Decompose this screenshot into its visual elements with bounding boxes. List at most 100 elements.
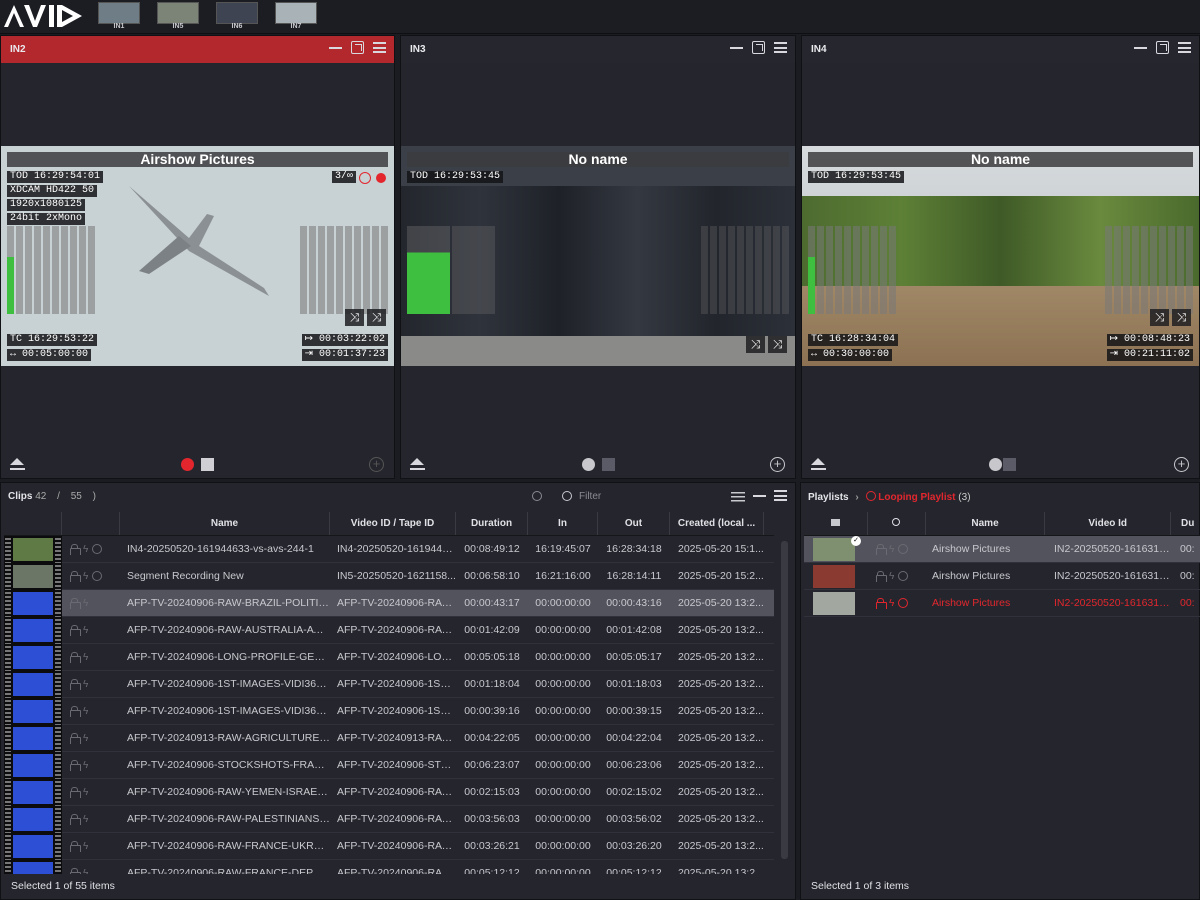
record-button[interactable] <box>582 458 595 471</box>
add-icon[interactable]: + <box>1174 457 1189 472</box>
monitor-panel-in3: IN3 No name TOD 16:29:53:45 ⤨ ⤨ + <box>400 35 796 479</box>
lock-icon[interactable] <box>70 867 81 874</box>
table-row[interactable]: ϟ AFP-TV-20240906-STOCKSHOTS-FRANCE-... … <box>4 751 774 779</box>
clip-out: 00:00:39:15 <box>606 705 662 717</box>
playlists-footer: Selected 1 of 3 items <box>811 880 910 892</box>
shuffle-icon[interactable]: ⤨ <box>768 336 787 353</box>
list-item[interactable]: ϟ Airshow Pictures IN2-20250520-1616318.… <box>804 590 1200 617</box>
clip-name: AFP-TV-20240906-RAW-YEMEN-ISRAEL-VI... <box>127 786 330 798</box>
minimize-icon[interactable] <box>753 489 766 502</box>
table-row[interactable]: ϟ Segment Recording New IN5-20250520-162… <box>4 562 774 590</box>
globe-icon[interactable] <box>532 491 542 501</box>
eject-icon[interactable] <box>10 458 25 471</box>
playlists-title[interactable]: Playlists <box>808 492 849 503</box>
table-row[interactable]: ϟ AFP-TV-20240913-RAW-AGRICULTURE-VID...… <box>4 724 774 752</box>
table-row[interactable]: ϟ AFP-TV-20240906-RAW-BRAZIL-POLITICS-..… <box>4 589 774 617</box>
lock-icon[interactable] <box>70 732 81 744</box>
video-preview[interactable]: No name TOD 16:29:53:45 ⤨ ⤨ TC 16:28:34:04 ↔ … <box>802 146 1199 366</box>
minimize-icon[interactable] <box>730 41 743 54</box>
lock-icon[interactable] <box>876 570 887 582</box>
menu-icon[interactable] <box>373 41 386 54</box>
col-name[interactable]: Name <box>926 512 1046 535</box>
lock-icon[interactable] <box>876 597 887 609</box>
clip-video-id: IN4-20250520-1619446... <box>337 543 456 555</box>
lock-icon[interactable] <box>70 840 81 852</box>
col-created[interactable]: Created (local ... <box>670 512 764 535</box>
lock-icon[interactable] <box>70 597 81 609</box>
lock-icon[interactable] <box>70 813 81 825</box>
record-button[interactable] <box>181 458 194 471</box>
stop-button[interactable] <box>1003 458 1016 471</box>
col-duration[interactable]: Du <box>1171 512 1200 535</box>
popout-icon[interactable] <box>752 41 765 54</box>
lock-icon[interactable] <box>70 786 81 798</box>
panel-header[interactable]: IN3 <box>401 36 795 63</box>
menu-icon[interactable] <box>774 489 787 502</box>
stop-button[interactable] <box>201 458 214 471</box>
minimize-icon[interactable] <box>1134 41 1147 54</box>
table-row[interactable]: ϟ AFP-TV-20240906-RAW-YEMEN-ISRAEL-VI...… <box>4 778 774 806</box>
current-playlist[interactable]: Looping Playlist <box>878 492 955 503</box>
list-item[interactable]: ϟ Airshow Pictures IN2-20250520-1616318.… <box>804 563 1200 590</box>
table-row[interactable]: ϟ IN4-20250520-161944633-vs-avs-244-1 IN… <box>4 536 774 563</box>
shuffle-icon[interactable]: ⤨ <box>345 309 364 326</box>
shuffle-icon[interactable]: ⤨ <box>746 336 765 353</box>
clip-name: AFP-TV-20240906-1ST-IMAGES-VIDI36FQ8... <box>127 678 330 690</box>
minimize-icon[interactable] <box>329 41 342 54</box>
col-name[interactable]: Name <box>120 512 330 535</box>
lock-icon[interactable] <box>70 570 81 582</box>
lock-icon[interactable] <box>70 678 81 690</box>
lock-icon[interactable] <box>70 624 81 636</box>
col-duration[interactable]: Duration <box>456 512 528 535</box>
shuffle-icon[interactable]: ⤨ <box>367 309 386 326</box>
stop-button[interactable] <box>602 458 615 471</box>
clip-name: AFP-TV-20240906-RAW-PALESTINIANS-ISR... <box>127 813 330 825</box>
table-row[interactable]: ϟ AFP-TV-20240906-1ST-IMAGES-VIDI36FP4..… <box>4 697 774 725</box>
list-item[interactable]: ✓ ϟ Airshow Pictures IN2-20250520-161631… <box>804 535 1200 563</box>
panel-header[interactable]: IN4 <box>802 36 1199 63</box>
lock-icon[interactable] <box>70 759 81 771</box>
col-out[interactable]: Out <box>598 512 670 535</box>
shuffle-icon[interactable]: ⤨ <box>1150 309 1169 326</box>
popout-icon[interactable] <box>351 41 364 54</box>
menu-icon[interactable] <box>1178 41 1191 54</box>
eject-icon[interactable] <box>811 458 826 471</box>
table-row[interactable]: ϟ AFP-TV-20240906-RAW-AUSTRALIA-AVIATI..… <box>4 616 774 644</box>
lock-icon[interactable] <box>70 705 81 717</box>
panel-header[interactable]: IN2 <box>1 36 394 63</box>
video-preview[interactable]: No name TOD 16:29:53:45 ⤨ ⤨ <box>401 146 795 366</box>
col-video-id[interactable]: Video ID / Tape ID <box>330 512 456 535</box>
filter-input[interactable]: Filter <box>579 491 601 502</box>
video-preview[interactable]: Airshow Pictures TOD 16:29:54:01 XDCAM HD4… <box>1 146 394 366</box>
search-icon[interactable] <box>562 491 572 501</box>
lock-icon[interactable] <box>876 543 887 555</box>
table-row[interactable]: ϟ AFP-TV-20240906-RAW-FRANCE-UKRAINE... … <box>4 832 774 860</box>
audio-meter-left <box>407 226 495 314</box>
col-video-id[interactable]: Video Id <box>1045 512 1172 535</box>
col-in[interactable]: In <box>528 512 598 535</box>
popout-icon[interactable] <box>1156 41 1169 54</box>
table-row[interactable]: ϟ AFP-TV-20240906-1ST-IMAGES-VIDI36FQ8..… <box>4 670 774 698</box>
eject-icon[interactable] <box>410 458 425 471</box>
clip-video-id: AFP-TV-20240913-RAW... <box>337 732 456 744</box>
input-thumb-in1[interactable]: IN1 <box>98 2 140 31</box>
lock-icon[interactable] <box>70 651 81 663</box>
table-row[interactable]: ϟ AFP-TV-20240906-RAW-PALESTINIANS-ISR..… <box>4 805 774 833</box>
table-row[interactable]: ϟ AFP-TV-20240906-RAW-FRANCE-DEPOLLU... … <box>4 859 774 874</box>
clip-title-overlay: Airshow Pictures <box>7 152 388 167</box>
add-icon[interactable]: + <box>369 457 384 472</box>
input-thumb-in6[interactable]: IN6 <box>216 2 258 31</box>
add-icon[interactable]: + <box>770 457 785 472</box>
shuffle-icon[interactable]: ⤨ <box>1172 309 1191 326</box>
flash-icon: ϟ <box>83 597 89 609</box>
table-row[interactable]: ϟ AFP-TV-20240906-LONG-PROFILE-GEORGI...… <box>4 643 774 671</box>
clips-scrollbar[interactable] <box>781 541 788 859</box>
record-button[interactable] <box>989 458 1002 471</box>
clip-thumbnail <box>4 859 62 874</box>
clip-thumbnail <box>4 724 62 752</box>
input-thumb-in5[interactable]: IN5 <box>157 2 199 31</box>
lock-icon[interactable] <box>70 543 81 555</box>
menu-icon[interactable] <box>774 41 787 54</box>
settings-sliders-icon[interactable] <box>731 492 745 502</box>
input-thumb-in7[interactable]: IN7 <box>275 2 317 31</box>
